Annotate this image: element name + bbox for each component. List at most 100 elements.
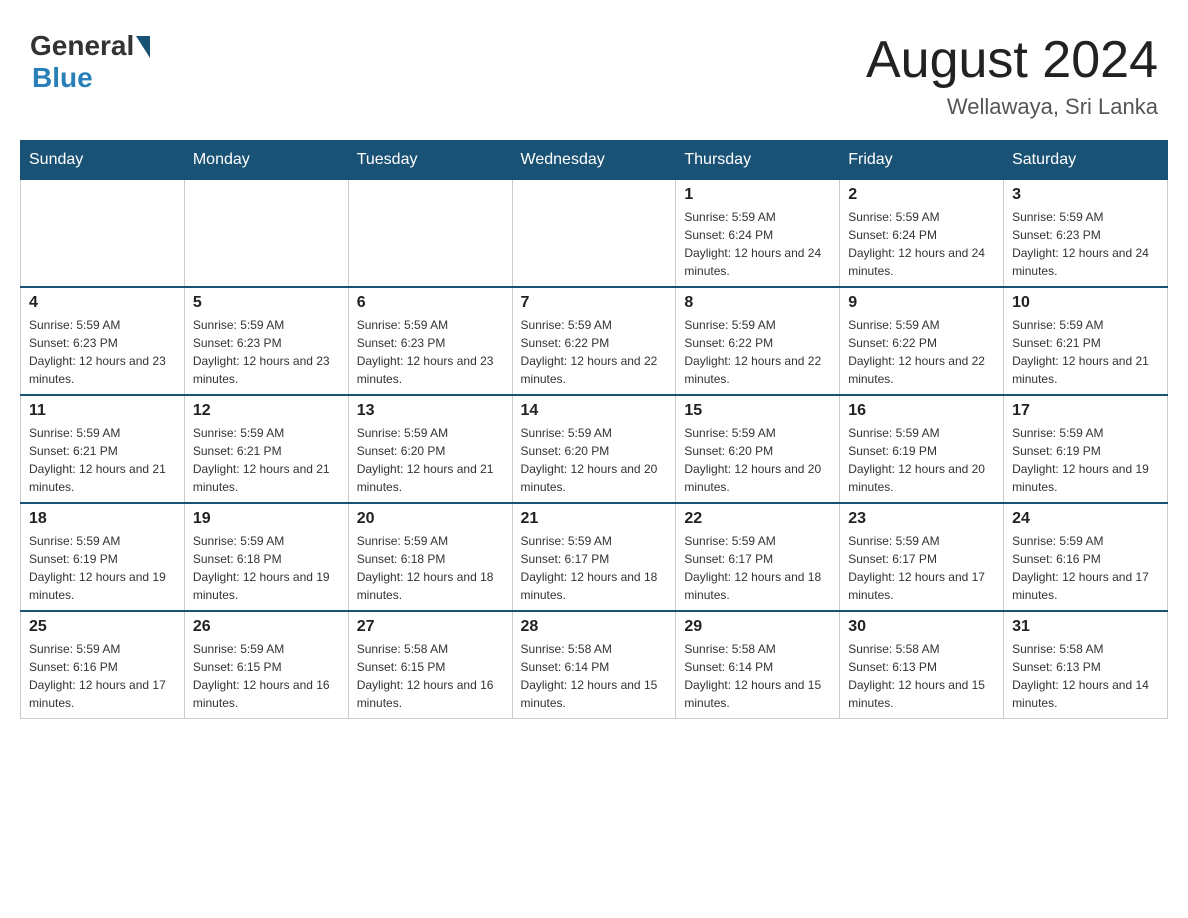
day-info: Sunrise: 5:59 AMSunset: 6:17 PMDaylight:… xyxy=(521,532,668,604)
day-info: Sunrise: 5:59 AMSunset: 6:19 PMDaylight:… xyxy=(848,424,995,496)
day-info: Sunrise: 5:59 AMSunset: 6:23 PMDaylight:… xyxy=(357,316,504,388)
day-number: 9 xyxy=(848,294,995,312)
calendar-header-sunday: Sunday xyxy=(21,141,185,180)
day-number: 3 xyxy=(1012,186,1159,204)
calendar-cell: 20 Sunrise: 5:59 AMSunset: 6:18 PMDayligh… xyxy=(348,503,512,611)
calendar-table: SundayMondayTuesdayWednesdayThursdayFrid… xyxy=(20,140,1168,719)
calendar-cell xyxy=(348,180,512,288)
day-info: Sunrise: 5:59 AMSunset: 6:23 PMDaylight:… xyxy=(1012,208,1159,280)
logo-blue-text: Blue xyxy=(32,62,93,94)
calendar-cell: 28 Sunrise: 5:58 AMSunset: 6:14 PMDayligh… xyxy=(512,611,676,719)
day-number: 29 xyxy=(684,618,831,636)
day-number: 8 xyxy=(684,294,831,312)
day-number: 13 xyxy=(357,402,504,420)
calendar-cell: 30Sunrise: 5:58 AMSunset: 6:13 PMDayligh… xyxy=(840,611,1004,719)
day-number: 14 xyxy=(521,402,668,420)
calendar-cell: 3 Sunrise: 5:59 AMSunset: 6:23 PMDaylight… xyxy=(1004,180,1168,288)
day-number: 25 xyxy=(29,618,176,636)
day-info: Sunrise: 5:59 AMSunset: 6:17 PMDaylight:… xyxy=(684,532,831,604)
calendar-cell: 7 Sunrise: 5:59 AMSunset: 6:22 PMDaylight… xyxy=(512,287,676,395)
day-info: Sunrise: 5:59 AMSunset: 6:20 PMDaylight:… xyxy=(684,424,831,496)
calendar-cell: 14 Sunrise: 5:59 AMSunset: 6:20 PMDayligh… xyxy=(512,395,676,503)
day-info: Sunrise: 5:59 AMSunset: 6:16 PMDaylight:… xyxy=(29,640,176,712)
calendar-cell: 27 Sunrise: 5:58 AMSunset: 6:15 PMDayligh… xyxy=(348,611,512,719)
day-number: 1 xyxy=(684,186,831,204)
title-area: August 2024 Wellawaya, Sri Lanka xyxy=(866,30,1158,120)
day-info: Sunrise: 5:59 AMSunset: 6:17 PMDaylight:… xyxy=(848,532,995,604)
day-number: 10 xyxy=(1012,294,1159,312)
calendar-header-thursday: Thursday xyxy=(676,141,840,180)
month-title: August 2024 xyxy=(866,30,1158,90)
calendar-header-row: SundayMondayTuesdayWednesdayThursdayFrid… xyxy=(21,141,1168,180)
calendar-cell: 1 Sunrise: 5:59 AMSunset: 6:24 PMDaylight… xyxy=(676,180,840,288)
day-info: Sunrise: 5:58 AMSunset: 6:15 PMDaylight:… xyxy=(357,640,504,712)
calendar-cell: 23Sunrise: 5:59 AMSunset: 6:17 PMDayligh… xyxy=(840,503,1004,611)
calendar-week-row: 4 Sunrise: 5:59 AMSunset: 6:23 PMDaylight… xyxy=(21,287,1168,395)
calendar-cell: 24 Sunrise: 5:59 AMSunset: 6:16 PMDayligh… xyxy=(1004,503,1168,611)
calendar-cell: 17 Sunrise: 5:59 AMSunset: 6:19 PMDayligh… xyxy=(1004,395,1168,503)
calendar-cell: 22Sunrise: 5:59 AMSunset: 6:17 PMDayligh… xyxy=(676,503,840,611)
calendar-cell: 11 Sunrise: 5:59 AMSunset: 6:21 PMDayligh… xyxy=(21,395,185,503)
calendar-week-row: 1 Sunrise: 5:59 AMSunset: 6:24 PMDaylight… xyxy=(21,180,1168,288)
day-info: Sunrise: 5:58 AMSunset: 6:14 PMDaylight:… xyxy=(521,640,668,712)
logo-general-text: General xyxy=(30,30,134,62)
day-info: Sunrise: 5:59 AMSunset: 6:19 PMDaylight:… xyxy=(29,532,176,604)
day-info: Sunrise: 5:59 AMSunset: 6:21 PMDaylight:… xyxy=(29,424,176,496)
calendar-cell: 4Sunrise: 5:59 AMSunset: 6:23 PMDaylight… xyxy=(21,287,185,395)
day-number: 24 xyxy=(1012,510,1159,528)
day-number: 7 xyxy=(521,294,668,312)
day-info: Sunrise: 5:59 AMSunset: 6:24 PMDaylight:… xyxy=(684,208,831,280)
day-number: 4 xyxy=(29,294,176,312)
logo: General Blue xyxy=(30,30,150,94)
calendar-cell: 10 Sunrise: 5:59 AMSunset: 6:21 PMDayligh… xyxy=(1004,287,1168,395)
calendar-cell xyxy=(21,180,185,288)
day-number: 20 xyxy=(357,510,504,528)
day-number: 11 xyxy=(29,402,176,420)
day-number: 6 xyxy=(357,294,504,312)
calendar-header-friday: Friday xyxy=(840,141,1004,180)
day-info: Sunrise: 5:59 AMSunset: 6:16 PMDaylight:… xyxy=(1012,532,1159,604)
day-info: Sunrise: 5:59 AMSunset: 6:18 PMDaylight:… xyxy=(357,532,504,604)
calendar-header-monday: Monday xyxy=(184,141,348,180)
day-number: 26 xyxy=(193,618,340,636)
day-info: Sunrise: 5:59 AMSunset: 6:22 PMDaylight:… xyxy=(521,316,668,388)
calendar-cell: 29 Sunrise: 5:58 AMSunset: 6:14 PMDayligh… xyxy=(676,611,840,719)
day-info: Sunrise: 5:59 AMSunset: 6:15 PMDaylight:… xyxy=(193,640,340,712)
day-number: 27 xyxy=(357,618,504,636)
calendar-cell: 25 Sunrise: 5:59 AMSunset: 6:16 PMDayligh… xyxy=(21,611,185,719)
day-info: Sunrise: 5:59 AMSunset: 6:21 PMDaylight:… xyxy=(193,424,340,496)
day-number: 28 xyxy=(521,618,668,636)
day-info: Sunrise: 5:59 AMSunset: 6:20 PMDaylight:… xyxy=(521,424,668,496)
day-number: 15 xyxy=(684,402,831,420)
day-number: 18 xyxy=(29,510,176,528)
day-info: Sunrise: 5:58 AMSunset: 6:14 PMDaylight:… xyxy=(684,640,831,712)
calendar-cell xyxy=(512,180,676,288)
calendar-cell: 16 Sunrise: 5:59 AMSunset: 6:19 PMDayligh… xyxy=(840,395,1004,503)
day-number: 19 xyxy=(193,510,340,528)
page-header: General Blue August 2024 Wellawaya, Sri … xyxy=(20,20,1168,120)
day-number: 17 xyxy=(1012,402,1159,420)
day-info: Sunrise: 5:59 AMSunset: 6:19 PMDaylight:… xyxy=(1012,424,1159,496)
calendar-header-tuesday: Tuesday xyxy=(348,141,512,180)
calendar-cell: 15 Sunrise: 5:59 AMSunset: 6:20 PMDayligh… xyxy=(676,395,840,503)
calendar-cell: 26 Sunrise: 5:59 AMSunset: 6:15 PMDayligh… xyxy=(184,611,348,719)
calendar-cell: 13 Sunrise: 5:59 AMSunset: 6:20 PMDayligh… xyxy=(348,395,512,503)
day-info: Sunrise: 5:59 AMSunset: 6:22 PMDaylight:… xyxy=(684,316,831,388)
day-number: 30 xyxy=(848,618,995,636)
day-number: 12 xyxy=(193,402,340,420)
day-info: Sunrise: 5:59 AMSunset: 6:18 PMDaylight:… xyxy=(193,532,340,604)
day-number: 5 xyxy=(193,294,340,312)
day-number: 16 xyxy=(848,402,995,420)
day-number: 2 xyxy=(848,186,995,204)
calendar-header-wednesday: Wednesday xyxy=(512,141,676,180)
day-info: Sunrise: 5:58 AMSunset: 6:13 PMDaylight:… xyxy=(1012,640,1159,712)
day-info: Sunrise: 5:59 AMSunset: 6:21 PMDaylight:… xyxy=(1012,316,1159,388)
logo-arrow-icon xyxy=(136,36,150,58)
day-info: Sunrise: 5:59 AMSunset: 6:24 PMDaylight:… xyxy=(848,208,995,280)
day-info: Sunrise: 5:59 AMSunset: 6:20 PMDaylight:… xyxy=(357,424,504,496)
calendar-cell: 21Sunrise: 5:59 AMSunset: 6:17 PMDayligh… xyxy=(512,503,676,611)
calendar-cell: 19 Sunrise: 5:59 AMSunset: 6:18 PMDayligh… xyxy=(184,503,348,611)
calendar-cell: 2 Sunrise: 5:59 AMSunset: 6:24 PMDaylight… xyxy=(840,180,1004,288)
calendar-cell: 18 Sunrise: 5:59 AMSunset: 6:19 PMDayligh… xyxy=(21,503,185,611)
calendar-cell: 6 Sunrise: 5:59 AMSunset: 6:23 PMDaylight… xyxy=(348,287,512,395)
